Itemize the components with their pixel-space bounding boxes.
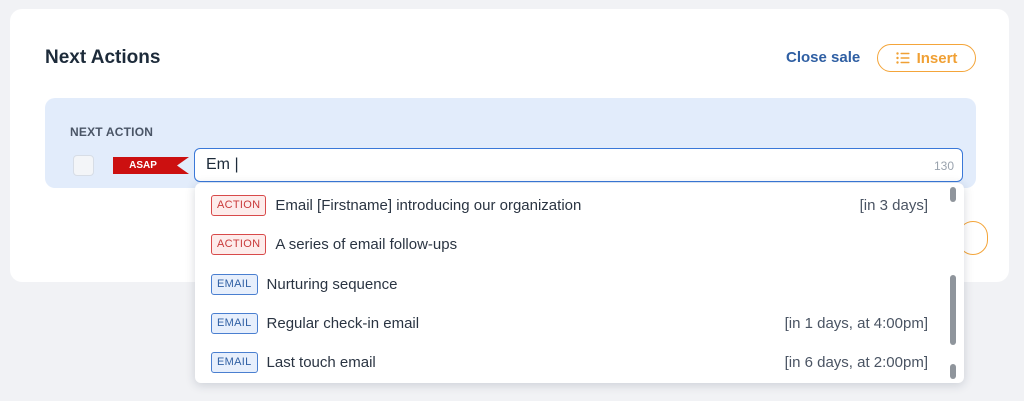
- suggestions-dropdown: ACTION Email [Firstname] introducing our…: [195, 183, 964, 383]
- complete-checkbox[interactable]: [73, 155, 94, 176]
- suggestion-text: Last touch email: [266, 353, 376, 371]
- suggestion-item[interactable]: EMAIL Regular check-in email [in 1 days,…: [195, 303, 945, 343]
- suggestion-type-badge: EMAIL: [211, 273, 258, 295]
- card-title: Next Actions: [45, 47, 161, 68]
- suggestion-type-badge: EMAIL: [211, 351, 258, 373]
- insert-button-label: Insert: [916, 49, 958, 67]
- list-icon: [895, 52, 910, 64]
- next-action-field[interactable]: 130: [194, 148, 963, 182]
- char-count: 130: [933, 159, 954, 173]
- scroll-thumb[interactable]: [950, 275, 956, 345]
- suggestion-when: [in 1 days, at 4:00pm]: [784, 314, 928, 332]
- suggestion-type-badge: EMAIL: [211, 312, 258, 334]
- priority-flag-label: ASAP: [129, 160, 157, 171]
- suggestion-item[interactable]: EMAIL Last touch email [in 6 days, at 2:…: [195, 342, 945, 382]
- next-action-input[interactable]: [195, 149, 915, 180]
- suggestion-when: [in 6 days, at 2:00pm]: [784, 353, 928, 371]
- close-sale-link[interactable]: Close sale: [786, 49, 860, 66]
- suggestion-item[interactable]: ACTION A series of email follow-ups: [195, 224, 945, 264]
- scroll-down-handle[interactable]: [950, 364, 956, 379]
- dropdown-scrollbar[interactable]: [950, 187, 956, 379]
- suggestion-text: Nurturing sequence: [266, 275, 398, 293]
- scroll-up-handle[interactable]: [950, 187, 956, 202]
- insert-button[interactable]: Insert: [877, 44, 976, 72]
- suggestion-item[interactable]: EMAIL Nurturing sequence: [195, 264, 945, 304]
- suggestion-type-badge: ACTION: [211, 194, 267, 216]
- suggestion-text: A series of email follow-ups: [275, 235, 458, 253]
- suggestion-when: [in 3 days]: [859, 196, 928, 214]
- suggestion-type-badge: ACTION: [211, 233, 267, 255]
- suggestion-text: Regular check-in email: [266, 314, 420, 332]
- next-action-label: NEXT ACTION: [70, 125, 154, 139]
- next-action-panel: NEXT ACTION ASAP 130: [45, 98, 976, 188]
- priority-flag[interactable]: ASAP: [113, 157, 189, 174]
- suggestion-text: Email [Firstname] introducing our organi…: [275, 196, 582, 214]
- suggestion-item[interactable]: ACTION Email [Firstname] introducing our…: [195, 185, 945, 225]
